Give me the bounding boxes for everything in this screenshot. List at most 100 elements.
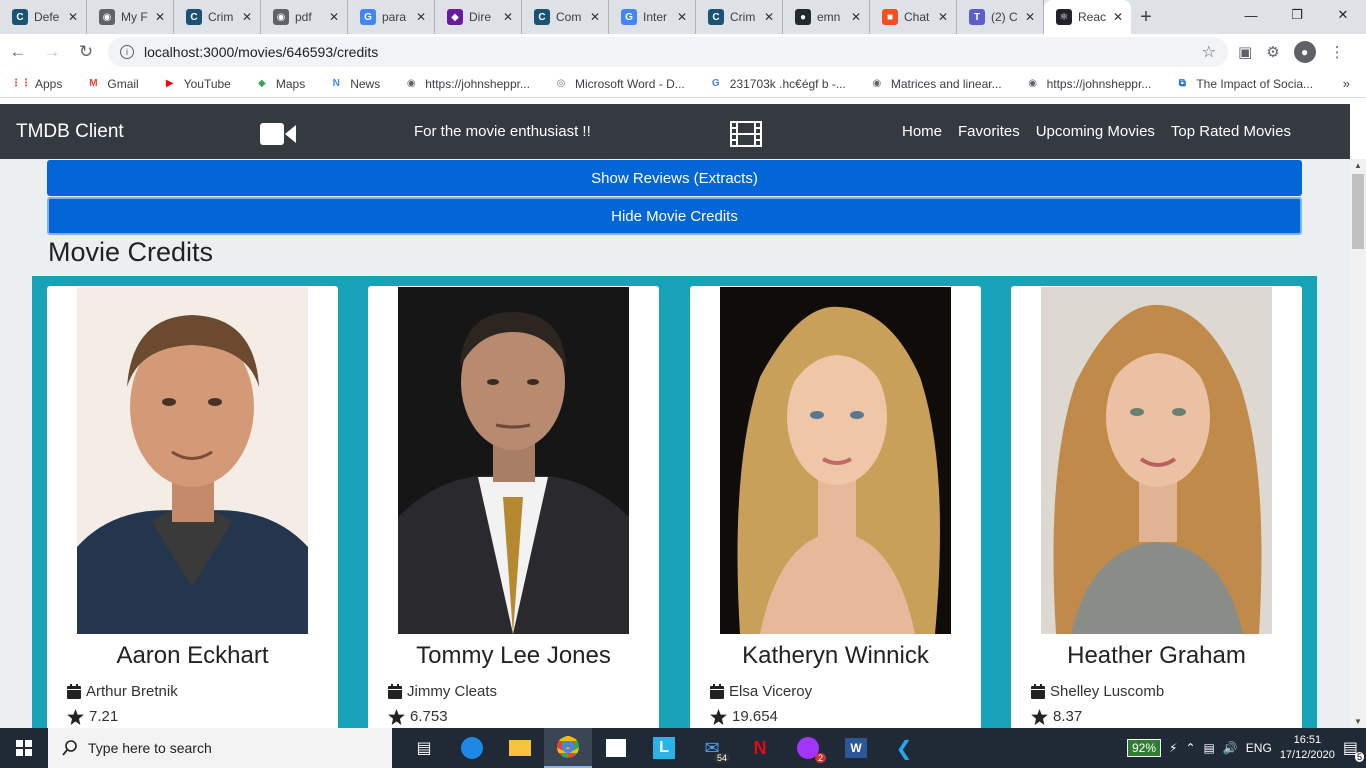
browser-tab[interactable]: G Inter ✕ <box>609 0 696 34</box>
nav-upcoming-movies[interactable]: Upcoming Movies <box>1036 123 1155 140</box>
scroll-up-icon[interactable]: ▲ <box>1354 161 1362 170</box>
tab-close-icon[interactable]: ✕ <box>1113 10 1123 24</box>
tab-close-icon[interactable]: ✕ <box>329 10 339 24</box>
maximize-button[interactable]: ❐ <box>1274 0 1320 30</box>
tab-close-icon[interactable]: ✕ <box>590 10 600 24</box>
tab-close-icon[interactable]: ✕ <box>764 10 774 24</box>
browser-tab[interactable]: C Crim ✕ <box>696 0 783 34</box>
messenger-button[interactable]: 2 <box>784 728 832 768</box>
netflix-button[interactable]: N <box>736 728 784 768</box>
bookmark-item[interactable]: ◉ Matrices and linear... <box>870 77 1001 91</box>
tab-close-icon[interactable]: ✕ <box>677 10 687 24</box>
url-input[interactable]: i localhost:3000/movies/646593/credits ☆ <box>108 37 1228 67</box>
tab-favicon-icon: C <box>186 9 202 25</box>
rating-value: 7.21 <box>89 708 119 725</box>
bookmark-item[interactable]: ▶ YouTube <box>163 77 231 91</box>
menu-kebab-icon[interactable]: ⋮ <box>1330 43 1345 61</box>
vscode-icon: ❮ <box>895 737 913 760</box>
clock[interactable]: 16:51 17/12/2020 <box>1280 733 1335 763</box>
notifications-icon[interactable]: ▤ 5 <box>1343 738 1364 762</box>
bookmark-item[interactable]: N News <box>329 77 381 91</box>
start-button[interactable] <box>0 728 48 768</box>
tab-close-icon[interactable]: ✕ <box>1025 10 1035 24</box>
tab-favicon-icon: T <box>969 9 985 25</box>
tab-favicon-icon: C <box>12 9 28 25</box>
brand-title[interactable]: TMDB Client <box>16 121 124 143</box>
browser-tab[interactable]: T (2) C ✕ <box>957 0 1044 34</box>
reload-button[interactable]: ↻ <box>70 36 102 68</box>
bookmark-item[interactable]: ⧉ The Impact of Socia... <box>1175 77 1313 91</box>
browser-tab[interactable]: C Com ✕ <box>522 0 609 34</box>
bookmark-item[interactable]: ◆ Maps <box>255 77 305 91</box>
browser-tab[interactable]: ◉ pdf ✕ <box>261 0 348 34</box>
tab-close-icon[interactable]: ✕ <box>503 10 513 24</box>
network-icon[interactable]: ▤ <box>1204 741 1215 755</box>
browser-tab[interactable]: ● emn ✕ <box>783 0 870 34</box>
hide-credits-button[interactable]: Hide Movie Credits <box>47 197 1302 235</box>
star-icon <box>388 708 405 725</box>
nav-home[interactable]: Home <box>902 123 942 140</box>
browser-tab[interactable]: ◉ My F ✕ <box>87 0 174 34</box>
battery-indicator[interactable]: 92% <box>1126 739 1161 757</box>
browser-tab[interactable]: C Defe ✕ <box>0 0 87 34</box>
l-app-icon: L <box>653 737 675 759</box>
credit-card[interactable]: Tommy Lee Jones Jimmy Cleats 6.753 <box>368 286 659 728</box>
browser-tab[interactable]: Gpara ✕ <box>348 0 435 34</box>
nav-top-rated-movies[interactable]: Top Rated Movies <box>1171 123 1291 140</box>
credit-card[interactable]: Aaron Eckhart Arthur Bretnik 7.21 <box>47 286 338 728</box>
bookmark-item[interactable]: ◎ Microsoft Word - D... <box>554 77 685 91</box>
more-bookmarks-icon[interactable]: » <box>1343 76 1350 91</box>
tab-close-icon[interactable]: ✕ <box>416 10 426 24</box>
scroll-thumb[interactable] <box>1352 174 1364 249</box>
tab-close-icon[interactable]: ✕ <box>155 10 165 24</box>
windows-taskbar: Type here to search ▤ L ✉ 54 N 2 W ❮ 92% … <box>0 728 1366 768</box>
store-icon <box>606 739 626 757</box>
edge-button[interactable] <box>448 728 496 768</box>
tab-close-icon[interactable]: ✕ <box>938 10 948 24</box>
puzzle-icon[interactable]: ⚙ <box>1266 43 1279 61</box>
vscode-button[interactable]: ❮ <box>880 728 928 768</box>
language-indicator[interactable]: ENG <box>1246 741 1272 755</box>
window-controls: — ❐ ✕ <box>1228 0 1366 30</box>
chrome-button[interactable] <box>544 728 592 768</box>
mail-badge: 54 <box>713 753 730 763</box>
tab-close-icon[interactable]: ✕ <box>851 10 861 24</box>
browser-tab[interactable]: C Crim ✕ <box>174 0 261 34</box>
forward-button[interactable]: → <box>36 36 68 68</box>
task-view-button[interactable]: ▤ <box>400 728 448 768</box>
nav-favorites[interactable]: Favorites <box>958 123 1020 140</box>
browser-tab[interactable]: ■ Chat ✕ <box>870 0 957 34</box>
store-button[interactable] <box>592 728 640 768</box>
l-app-button[interactable]: L <box>640 728 688 768</box>
taskbar-search-input[interactable]: Type here to search <box>48 728 392 768</box>
browser-tab[interactable]: ⚛ Reac ✕ <box>1044 0 1131 34</box>
mail-button[interactable]: ✉ 54 <box>688 728 736 768</box>
page-scrollbar[interactable]: ▲ ▼ <box>1350 159 1366 728</box>
site-info-icon[interactable]: i <box>120 45 134 59</box>
back-button[interactable]: ← <box>2 36 34 68</box>
word-button[interactable]: W <box>832 728 880 768</box>
tray-expand-icon[interactable]: ⌃ <box>1185 741 1195 755</box>
new-tab-button[interactable]: + <box>1131 0 1161 34</box>
bookmark-item[interactable]: ◉ https://johnsheppr... <box>404 77 530 91</box>
bookmark-item[interactable]: M Gmail <box>86 77 139 91</box>
bookmark-item[interactable]: ◉ https://johnsheppr... <box>1026 77 1151 91</box>
credits-grid: Aaron Eckhart Arthur Bretnik 7.21 Tommy … <box>32 276 1317 728</box>
profile-avatar[interactable]: ● <box>1293 41 1316 63</box>
bookmark-item[interactable]: G 231703k .hc€égf b -... <box>709 77 846 91</box>
credit-card[interactable]: Heather Graham Shelley Luscomb 8.37 <box>1011 286 1302 728</box>
browser-tab[interactable]: ◆ Dire ✕ <box>435 0 522 34</box>
file-explorer-button[interactable] <box>496 728 544 768</box>
show-reviews-button[interactable]: Show Reviews (Extracts) <box>47 160 1302 196</box>
tab-close-icon[interactable]: ✕ <box>68 10 78 24</box>
minimize-button[interactable]: — <box>1228 0 1274 30</box>
scroll-down-icon[interactable]: ▼ <box>1354 717 1362 726</box>
extension-icon[interactable]: ▣ <box>1238 43 1252 61</box>
tab-close-icon[interactable]: ✕ <box>242 10 252 24</box>
credit-card[interactable]: Katheryn Winnick Elsa Viceroy 19.654 <box>690 286 981 728</box>
date: 17/12/2020 <box>1279 749 1335 761</box>
close-window-button[interactable]: ✕ <box>1320 0 1366 30</box>
bookmark-item[interactable]: ⋮⋮ Apps <box>11 77 62 91</box>
bookmark-star-icon[interactable]: ☆ <box>1202 42 1216 62</box>
volume-icon[interactable]: 🔊 <box>1223 741 1238 755</box>
